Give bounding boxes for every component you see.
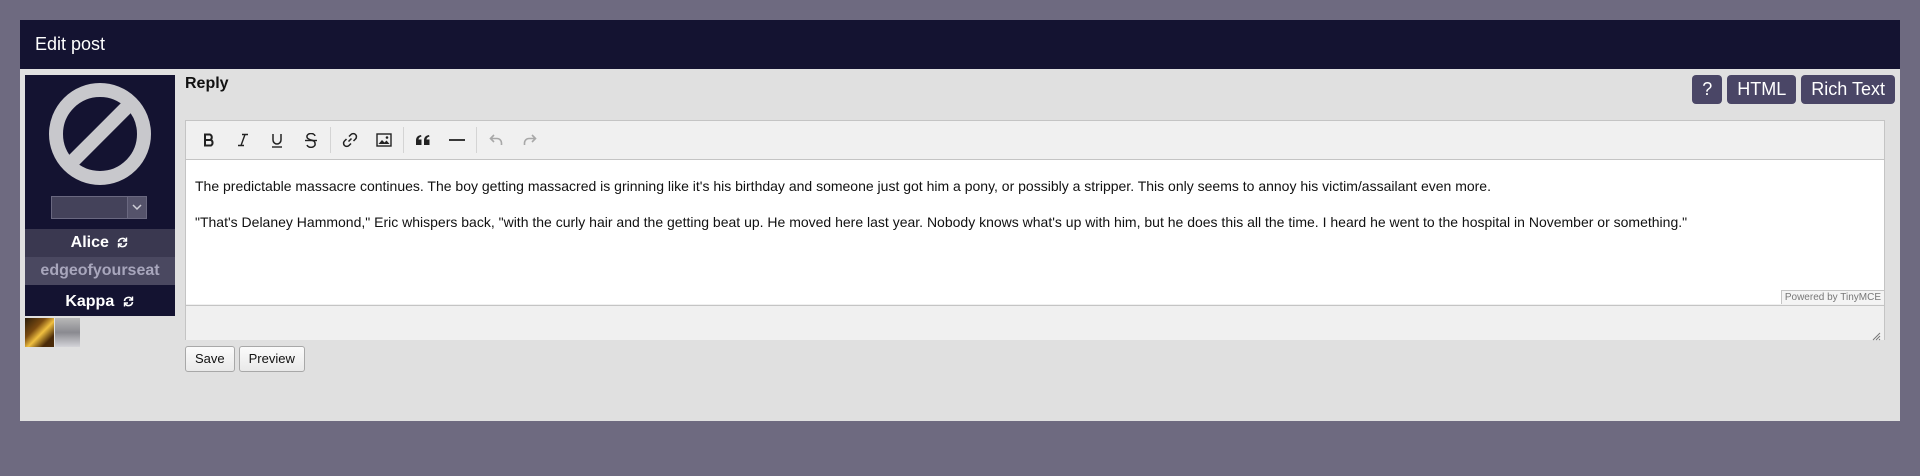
toolbar-divider	[403, 127, 404, 153]
panel-title: Edit post	[20, 20, 1900, 69]
icon-thumbnail[interactable]	[55, 318, 80, 347]
account-handle: edgeofyourseat	[25, 257, 175, 285]
italic-icon[interactable]	[226, 125, 260, 155]
editor-content-area[interactable]: The predictable massacre continues. The …	[186, 160, 1884, 304]
icon-thumbnails	[25, 318, 175, 348]
horizontal-rule-icon[interactable]	[440, 125, 474, 155]
editor-statusbar	[186, 305, 1884, 341]
account-name-row[interactable]: Alice	[25, 229, 175, 257]
icon-thumbnail[interactable]	[25, 318, 54, 347]
character-name-row[interactable]: Kappa	[25, 287, 175, 316]
link-icon[interactable]	[333, 125, 367, 155]
chevron-down-icon	[127, 197, 146, 218]
account-name: Alice	[70, 234, 109, 251]
image-icon[interactable]	[367, 125, 401, 155]
post-paragraph: The predictable massacre continues. The …	[195, 178, 1491, 194]
help-button[interactable]: ?	[1692, 75, 1723, 104]
undo-icon[interactable]	[479, 125, 513, 155]
post-paragraph: "That's Delaney Hammond," Eric whispers …	[195, 214, 1688, 230]
mood-select[interactable]	[51, 196, 147, 219]
profile-column: Alice edgeofyourseat Kappa	[25, 75, 175, 348]
edit-post-panel: Edit post Alice edgeofyourseat Kappa Rep…	[20, 20, 1900, 421]
character-name: Kappa	[65, 293, 115, 310]
powered-by-tinymce: Powered by TinyMCE	[1780, 290, 1884, 304]
rich-text-editor: The predictable massacre continues. The …	[185, 120, 1885, 341]
resize-handle-icon[interactable]	[1872, 328, 1881, 341]
switch-account-icon[interactable]	[116, 231, 129, 259]
blockquote-icon[interactable]	[406, 125, 440, 155]
form-actions: Save Preview	[185, 346, 305, 372]
editor-toolbar	[186, 121, 1884, 160]
switch-character-icon[interactable]	[122, 289, 135, 318]
underline-icon[interactable]	[260, 125, 294, 155]
toolbar-divider	[476, 127, 477, 153]
bold-icon[interactable]	[192, 125, 226, 155]
preview-button[interactable]: Preview	[238, 346, 305, 372]
save-button[interactable]: Save	[185, 346, 235, 372]
no-avatar-icon	[49, 83, 151, 185]
profile-box: Alice edgeofyourseat Kappa	[25, 75, 175, 316]
rich-text-mode-button[interactable]: Rich Text	[1801, 75, 1895, 104]
reply-heading: Reply	[185, 75, 229, 92]
html-mode-button[interactable]: HTML	[1727, 75, 1797, 104]
strikethrough-icon[interactable]	[294, 125, 328, 155]
toolbar-divider	[330, 127, 331, 153]
redo-icon[interactable]	[513, 125, 547, 155]
editor-mode-buttons: ? HTML Rich Text	[1692, 75, 1895, 104]
